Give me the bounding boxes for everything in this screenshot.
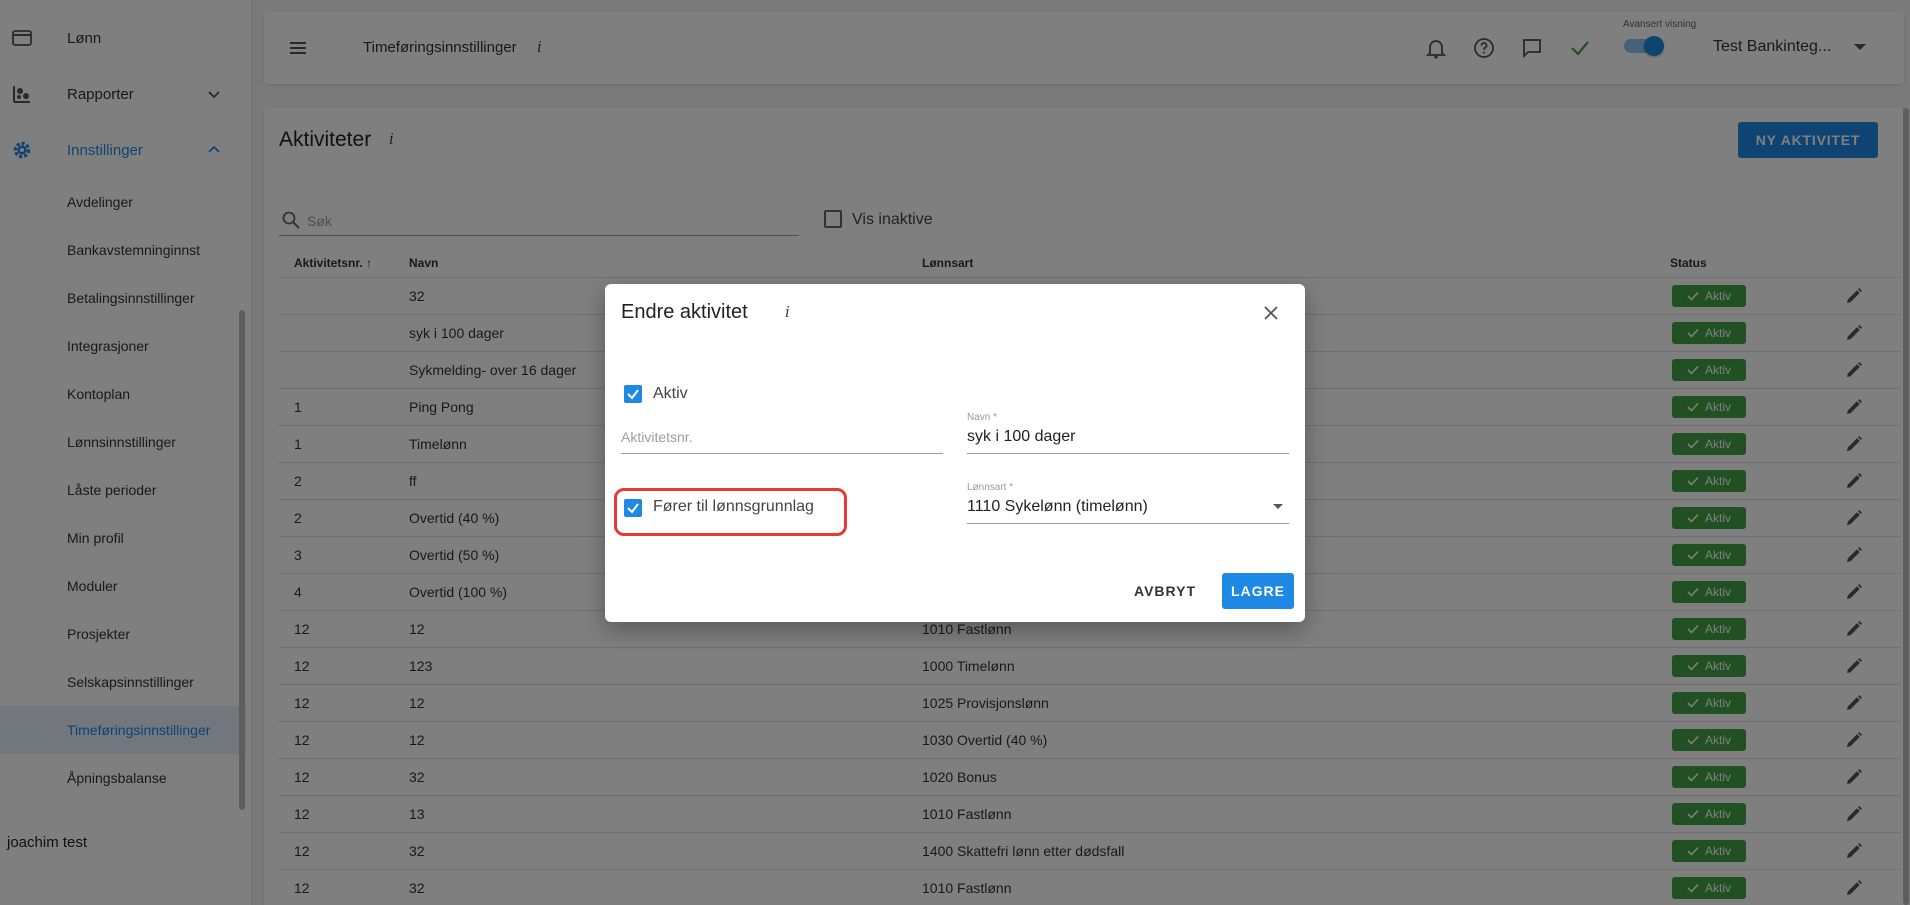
activity-number-field[interactable]: Aktivitetsnr. bbox=[621, 412, 943, 454]
forer-til-lonnsgrunnlag-checkbox[interactable] bbox=[624, 499, 642, 517]
edit-activity-dialog: Endre aktivitet i Aktiv Aktivitetsnr. Na… bbox=[605, 284, 1305, 622]
activity-number-placeholder: Aktivitetsnr. bbox=[621, 429, 693, 445]
cancel-button[interactable]: AVBRYT bbox=[1125, 573, 1205, 609]
dropdown-arrow-icon[interactable] bbox=[1273, 504, 1283, 509]
name-field-value: syk i 100 dager bbox=[967, 428, 1076, 445]
name-field-label: Navn * bbox=[967, 412, 998, 423]
lonnsart-select[interactable]: Lønnsart * 1110 Sykelønn (timelønn) bbox=[967, 482, 1289, 524]
forer-til-lonnsgrunnlag-label: Fører til lønnsgrunnlag bbox=[653, 498, 814, 515]
aktiv-checkbox[interactable] bbox=[624, 385, 642, 403]
checkmark-icon bbox=[627, 503, 639, 514]
close-icon[interactable] bbox=[1262, 304, 1280, 322]
save-button[interactable]: LAGRE bbox=[1222, 573, 1294, 609]
lonnsart-value: 1110 Sykelønn (timelønn) bbox=[967, 498, 1148, 515]
aktiv-label: Aktiv bbox=[653, 385, 688, 402]
checkmark-icon bbox=[627, 389, 639, 400]
info-icon[interactable]: i bbox=[785, 303, 790, 321]
lonnsart-label: Lønnsart * bbox=[967, 482, 1014, 493]
dialog-title: Endre aktivitet bbox=[621, 301, 748, 323]
name-field[interactable]: Navn * syk i 100 dager bbox=[967, 412, 1289, 454]
